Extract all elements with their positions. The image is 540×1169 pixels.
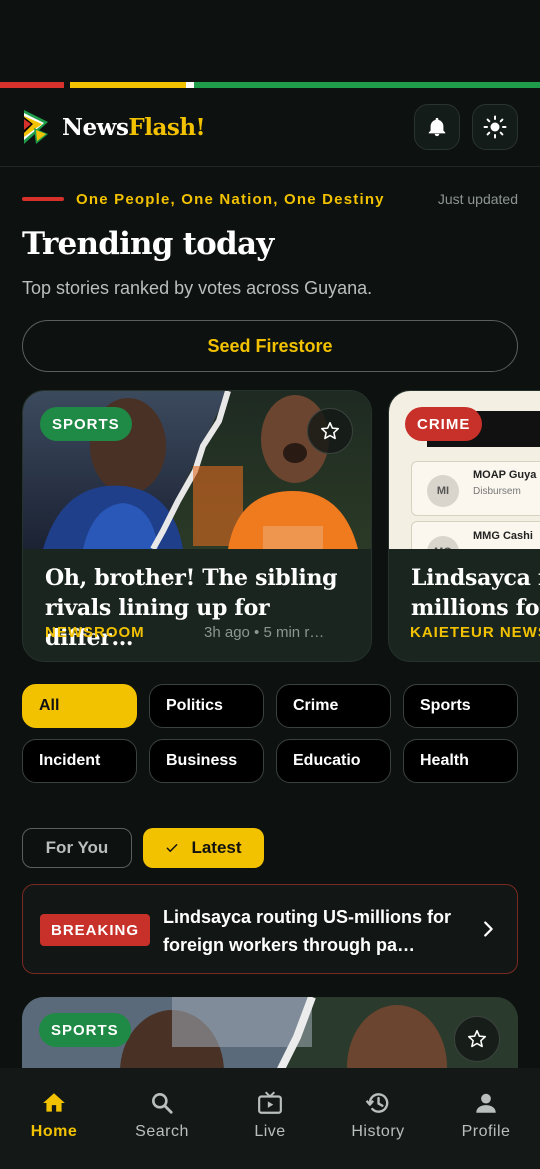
breaking-badge: BREAKING: [40, 914, 151, 946]
article-source: NEWSROOM: [45, 624, 145, 641]
sun-icon: [483, 115, 507, 139]
header-divider: [0, 166, 540, 167]
motto-accent-bar: [22, 197, 64, 201]
category-badge: CRIME: [405, 407, 483, 441]
nav-label: History: [351, 1123, 405, 1140]
national-motto: One People, One Nation, One Destiny: [76, 190, 385, 208]
brand-part-2: Flash!: [128, 113, 206, 141]
bell-icon: [428, 117, 446, 137]
app-header: NewsFlash!: [22, 104, 518, 150]
bookmark-button[interactable]: [454, 1016, 500, 1062]
nav-profile[interactable]: Profile: [432, 1068, 540, 1169]
theme-toggle-button[interactable]: [472, 104, 518, 150]
home-screen: NewsFlash! One People, One Nation, One D…: [0, 0, 540, 1169]
app-brand: NewsFlash!: [62, 113, 206, 141]
article-meta: 3h ago • 5 min r…: [204, 624, 325, 641]
nav-live[interactable]: Live: [216, 1068, 324, 1169]
image-row-sub: Disbursem: [473, 486, 521, 497]
chip-business[interactable]: Business: [149, 739, 264, 783]
page-title: Trending today: [22, 226, 274, 262]
article-title: Lindsayca r millions for: [411, 565, 540, 621]
image-row-name: MOAP Guya: [473, 469, 537, 481]
chip-incident[interactable]: Incident: [22, 739, 137, 783]
check-icon: [167, 844, 178, 852]
history-icon: [365, 1093, 389, 1113]
chip-politics[interactable]: Politics: [149, 684, 264, 728]
trending-card[interactable]: MI MOAP Guya Disbursem MG MMG Cashi CRIM…: [388, 390, 540, 662]
tv-icon: [258, 1091, 282, 1114]
notifications-button[interactable]: [414, 104, 460, 150]
chip-all[interactable]: All: [22, 684, 137, 728]
nav-home[interactable]: Home: [0, 1068, 108, 1169]
person-icon: [476, 1093, 496, 1113]
updated-label: Just updated: [437, 191, 518, 207]
breaking-news-banner[interactable]: BREAKING Lindsayca routing US-millions f…: [22, 884, 518, 974]
article-source: KAIETEUR NEWS: [410, 624, 540, 641]
home-icon: [43, 1093, 65, 1112]
chip-education[interactable]: Educatio: [276, 739, 391, 783]
motto-row: One People, One Nation, One Destiny Just…: [22, 188, 518, 210]
star-icon: [320, 421, 340, 440]
tab-latest-label: Latest: [191, 838, 242, 857]
chip-crime[interactable]: Crime: [276, 684, 391, 728]
page-subtitle: Top stories ranked by votes across Guyan…: [22, 278, 373, 298]
category-badge: SPORTS: [40, 407, 132, 441]
nav-label: Live: [254, 1123, 286, 1140]
trending-card[interactable]: SPORTS Oh, brother! The sibling rivals l…: [22, 390, 372, 662]
nav-history[interactable]: History: [324, 1068, 432, 1169]
nav-label: Profile: [461, 1123, 511, 1140]
bottom-navigation: Home Search Live History Profile: [0, 1068, 540, 1169]
guyana-flag-logo-icon: [24, 110, 48, 144]
nav-label: Search: [135, 1123, 189, 1140]
nav-search[interactable]: Search: [108, 1068, 216, 1169]
bookmark-button[interactable]: [307, 408, 353, 454]
flag-stripe: [0, 82, 540, 88]
chevron-right-icon: [484, 921, 493, 937]
search-icon: [152, 1093, 173, 1114]
category-badge: SPORTS: [39, 1013, 131, 1047]
image-row-name: MMG Cashi: [473, 530, 533, 542]
brand-part-1: News: [62, 113, 129, 141]
tab-latest[interactable]: Latest: [143, 828, 264, 868]
breaking-headline: Lindsayca routing US-millions for foreig…: [163, 907, 452, 955]
chip-sports[interactable]: Sports: [403, 684, 518, 728]
seed-firestore-button[interactable]: Seed Firestore: [22, 320, 518, 372]
tab-for-you[interactable]: For You: [22, 828, 132, 868]
image-avatar: MI: [427, 475, 459, 507]
chip-health[interactable]: Health: [403, 739, 518, 783]
nav-label: Home: [30, 1123, 78, 1140]
category-chips: All Politics Crime Sports Incident Busin…: [22, 684, 518, 783]
star-icon: [467, 1029, 487, 1048]
